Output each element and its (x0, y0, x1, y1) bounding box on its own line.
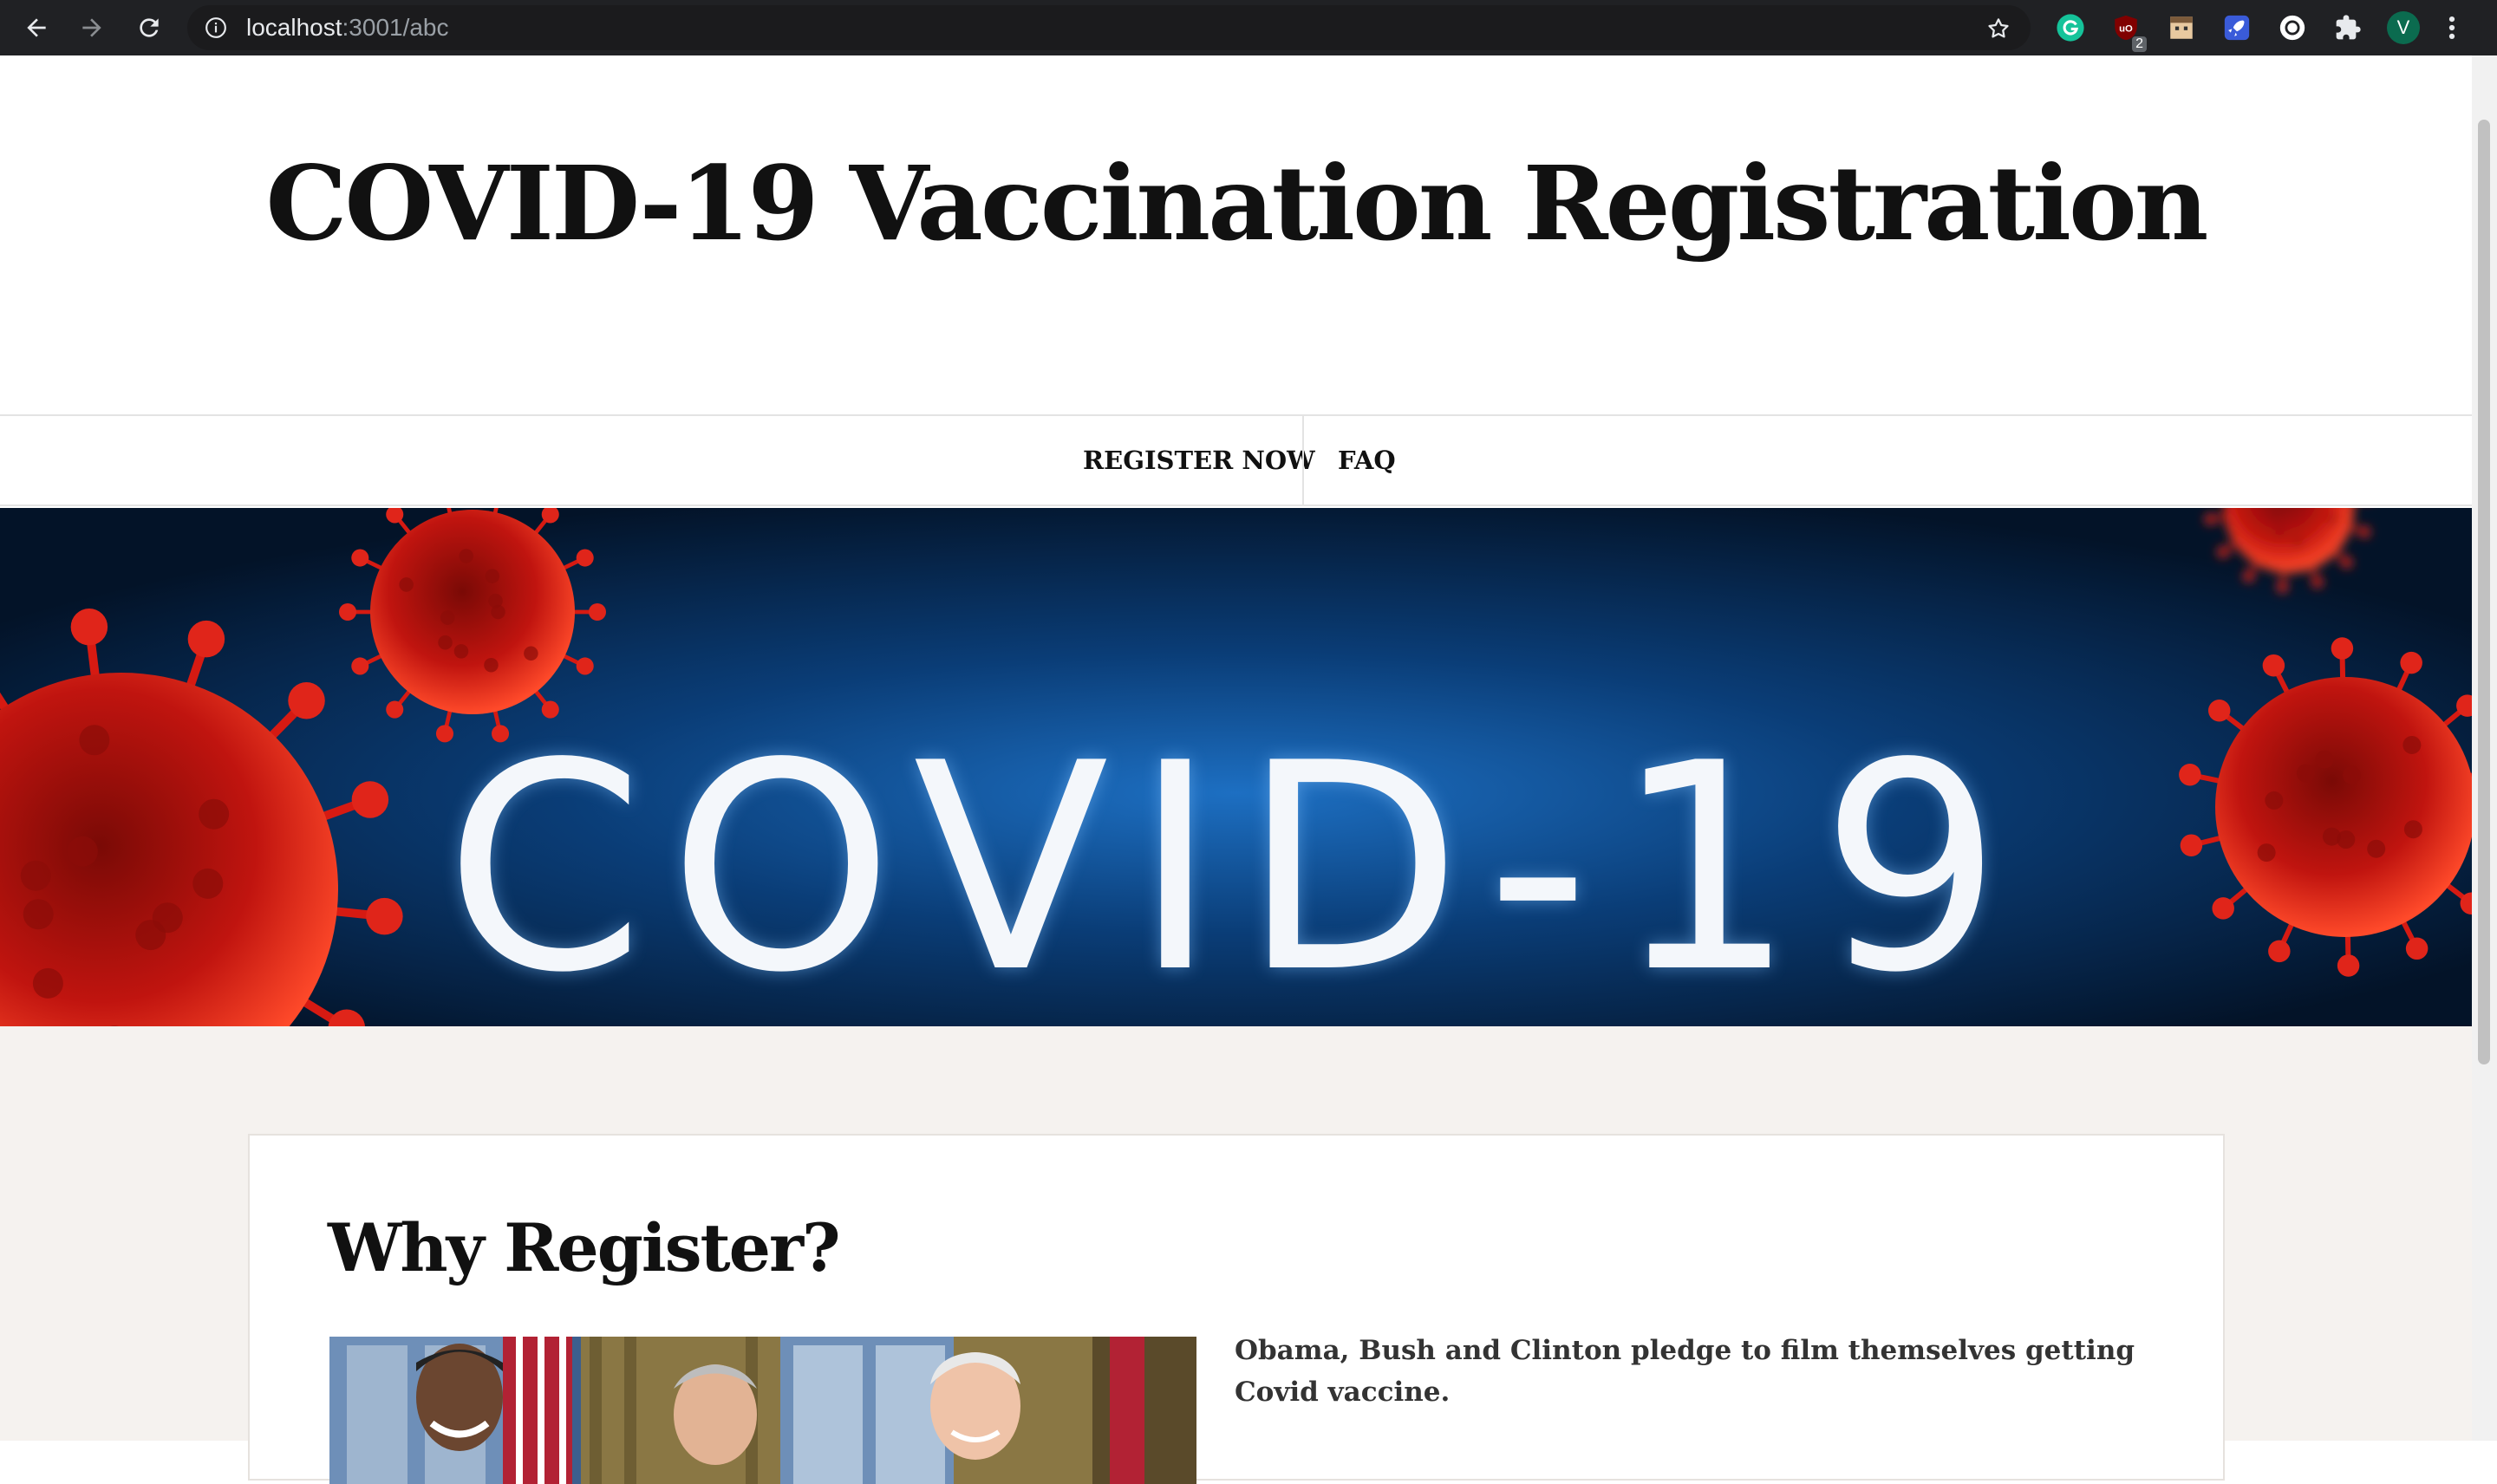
reload-icon (140, 18, 159, 37)
puzzle-extensions-icon[interactable] (2331, 10, 2365, 45)
forward-button[interactable] (69, 5, 114, 50)
url-text[interactable]: localhost:3001/abc (246, 5, 449, 50)
site-title[interactable]: COVID-19 Vaccination Registration (0, 139, 2472, 269)
covid-banner-image: COVID-19 COVID-19 (0, 508, 2472, 1026)
svg-text:uO: uO (2119, 23, 2133, 34)
browser-menu-button[interactable] (2442, 10, 2462, 45)
section-heading: Why Register? (328, 1209, 841, 1286)
address-bar[interactable]: localhost:3001/abc (187, 5, 2031, 50)
hero-text: COVID-19 (445, 702, 2027, 1026)
rocket-extension-icon[interactable] (2220, 10, 2254, 45)
circle-extension-icon[interactable] (2275, 10, 2310, 45)
photo-caption: Obama, Bush and Clinton pledge to film t… (1235, 1335, 2135, 1408)
back-button[interactable] (14, 5, 59, 50)
browser-toolbar: localhost:3001/abc uO 2 V (0, 0, 2497, 55)
url-path: :3001/abc (342, 14, 449, 41)
why-register-card: Why Register? Obama, Bush and Clinton pl… (248, 1134, 2225, 1484)
presidents-image (329, 1337, 1196, 1484)
info-icon[interactable] (205, 16, 227, 39)
profile-initial: V (2387, 11, 2420, 44)
character-extension-icon[interactable] (2164, 10, 2199, 45)
bookmark-star-icon[interactable] (1985, 16, 2011, 42)
web-page: COVID-19 Vaccination Registration REGIST… (0, 55, 2472, 1484)
reload-button[interactable] (127, 5, 172, 50)
menu-faq[interactable]: FAQ (1338, 416, 1396, 504)
back-arrow-icon (27, 18, 46, 37)
grammarly-extension-icon[interactable] (2053, 10, 2088, 45)
forward-arrow-icon (82, 18, 101, 37)
kebab-menu-icon (2448, 16, 2455, 40)
covid-hero-banner: COVID-19 COVID-19 (0, 508, 2472, 1026)
url-host: localhost (246, 14, 342, 41)
profile-avatar[interactable]: V (2386, 10, 2421, 45)
presidents-photo[interactable] (329, 1337, 1196, 1484)
primary-menu: REGISTER NOW FAQ (0, 414, 2472, 506)
ublock-extension-icon[interactable]: uO 2 (2109, 10, 2147, 52)
ublock-badge: 2 (2132, 36, 2147, 52)
menu-register-now[interactable]: REGISTER NOW (1083, 416, 1315, 504)
menu-divider (1302, 416, 1304, 504)
scrollbar-thumb[interactable] (2478, 120, 2490, 1064)
